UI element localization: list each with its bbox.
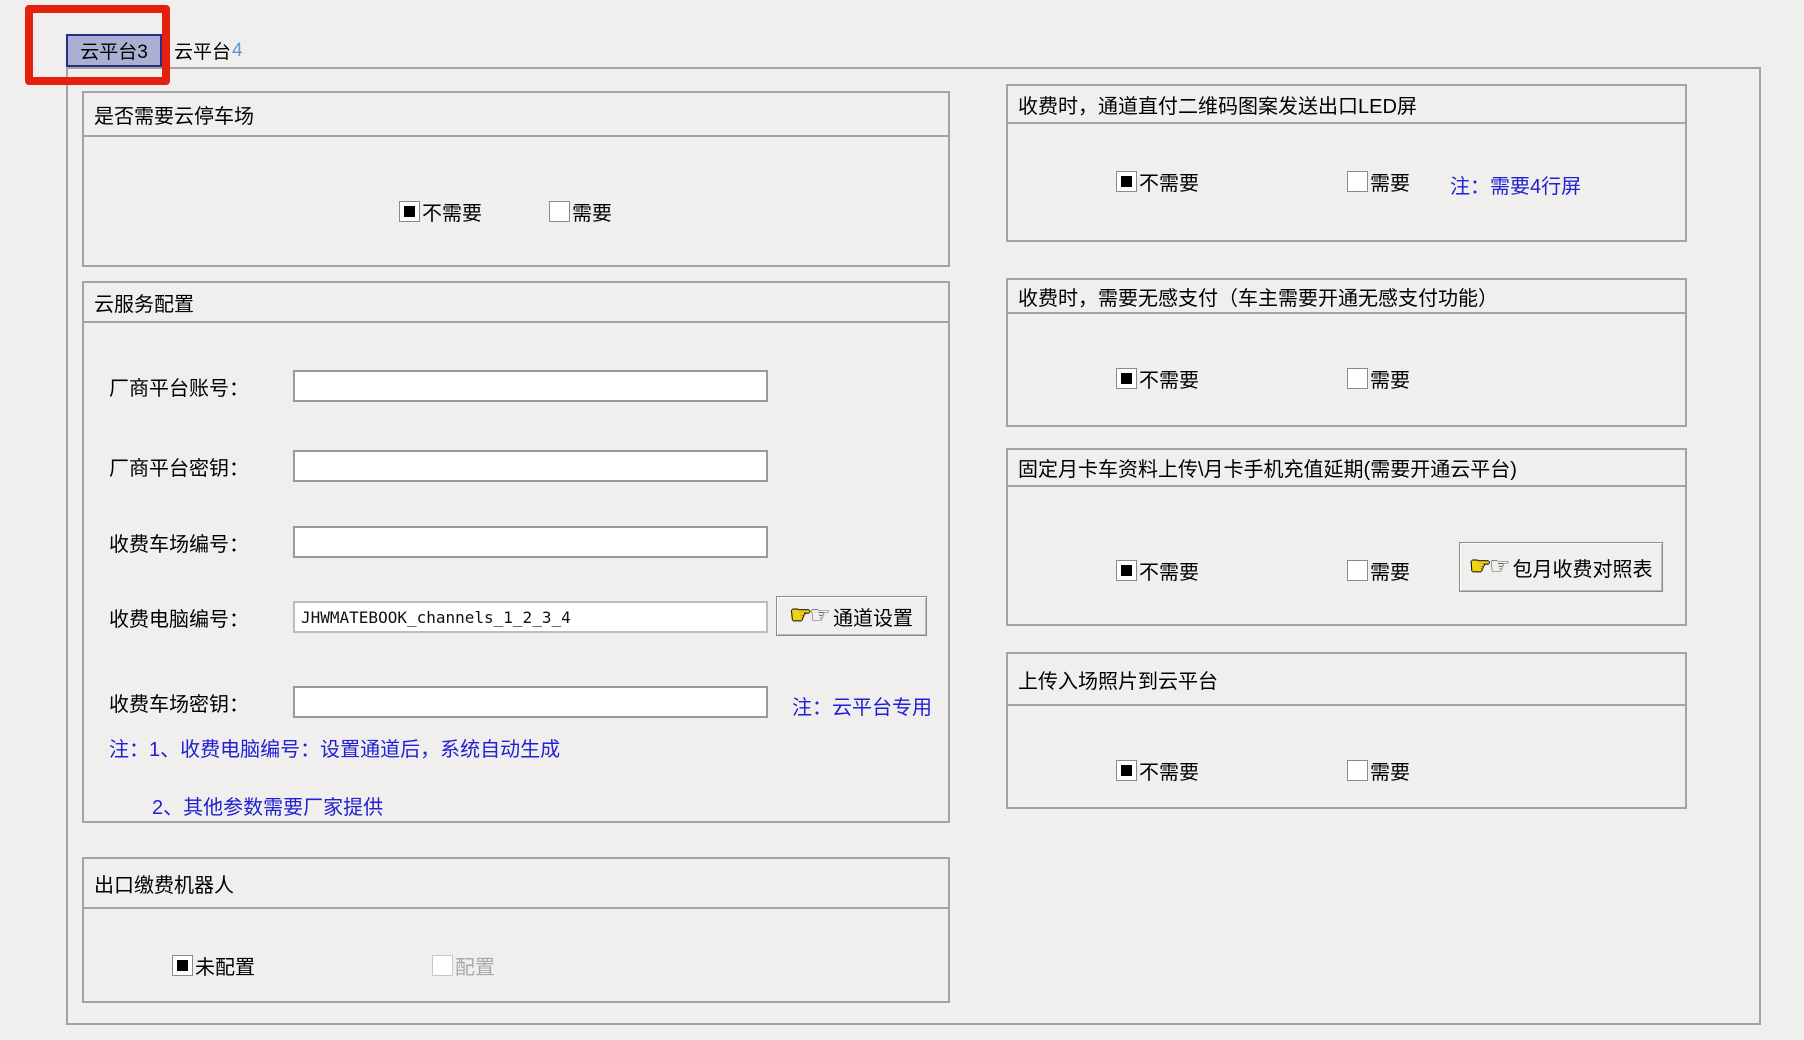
tab-label-number: 4 (232, 40, 243, 62)
button-label: 包月收费对照表 (1513, 553, 1653, 582)
monthly-fee-table-button[interactable]: ☛ ☞ 包月收费对照表 (1459, 542, 1663, 592)
option-cloud-parking-not-needed[interactable]: 不需要 (399, 197, 482, 226)
option-label: 不需要 (1139, 556, 1199, 585)
field-vendor-account: 厂商平台账号： (109, 370, 768, 402)
option-label: 需要 (572, 197, 612, 226)
tab-label: 云平台 (174, 37, 231, 64)
checkbox-checked-icon (399, 201, 420, 222)
group-exit-payment-robot: 出口缴费机器人 未配置 配置 (82, 857, 950, 1003)
vendor-provide-note: 2、其他参数需要厂家提供 (152, 791, 383, 820)
group-title: 收费时，通道直付二维码图案发送出口LED屏 (1008, 86, 1685, 124)
field-vendor-key: 厂商平台密钥： (109, 450, 768, 482)
field-label: 收费车场编号： (109, 528, 293, 557)
parking-lot-key-input[interactable] (293, 686, 768, 718)
group-title: 云服务配置 (84, 283, 948, 323)
option-cloud-parking-needed[interactable]: 需要 (549, 197, 612, 226)
channel-settings-button[interactable]: ☛ ☞ 通道设置 (776, 596, 927, 636)
group-upload-entry-photo: 上传入场照片到云平台 不需要 需要 (1006, 652, 1687, 809)
option-label: 不需要 (422, 197, 482, 226)
option-label: 不需要 (1139, 756, 1199, 785)
cloud-platform-only-note: 注：云平台专用 (792, 691, 932, 720)
toll-computer-number-input[interactable] (293, 601, 768, 633)
checkbox-unchecked-icon (549, 201, 570, 222)
checkbox-unchecked-icon (1347, 760, 1368, 781)
checkbox-checked-icon (1116, 760, 1137, 781)
checkbox-checked-icon (1116, 560, 1137, 581)
option-monthly-upload-not-needed[interactable]: 不需要 (1116, 556, 1199, 585)
field-label: 厂商平台账号： (109, 372, 293, 401)
field-parking-lot-number: 收费车场编号： (109, 526, 768, 558)
parking-lot-number-input[interactable] (293, 526, 768, 558)
option-contactless-not-needed[interactable]: 不需要 (1116, 364, 1199, 393)
four-line-screen-note: 注：需要4行屏 (1450, 170, 1581, 199)
vendor-account-input[interactable] (293, 370, 768, 402)
pointing-hand-outline-icon: ☞ (810, 604, 832, 628)
option-qr-led-not-needed[interactable]: 不需要 (1116, 167, 1199, 196)
auto-generate-note: 注：1、收费电脑编号：设置通道后，系统自动生成 (109, 733, 560, 762)
group-title: 收费时，需要无感支付（车主需要开通无感支付功能） (1008, 280, 1685, 314)
option-label: 不需要 (1139, 364, 1199, 393)
field-toll-computer-number: 收费电脑编号： (109, 601, 768, 633)
checkbox-checked-icon (1116, 368, 1137, 389)
group-title: 是否需要云停车场 (84, 93, 948, 137)
vendor-key-input[interactable] (293, 450, 768, 482)
checkbox-checked-icon (1116, 171, 1137, 192)
group-title: 上传入场照片到云平台 (1008, 654, 1685, 706)
option-label: 需要 (1370, 364, 1410, 393)
field-label: 收费电脑编号： (109, 603, 293, 632)
tab-cloud-platform-3[interactable]: 云平台3 (66, 34, 162, 67)
option-monthly-upload-needed[interactable]: 需要 (1347, 556, 1410, 585)
field-parking-lot-key: 收费车场密钥： (109, 686, 768, 718)
button-label: 通道设置 (833, 602, 913, 631)
group-cloud-parking: 是否需要云停车场 不需要 需要 (82, 91, 950, 267)
group-title: 出口缴费机器人 (84, 859, 948, 909)
group-cloud-service-config: 云服务配置 厂商平台账号： 厂商平台密钥： 收费车场编号： 收费电脑编号： ☛ … (82, 281, 950, 823)
option-robot-not-configured[interactable]: 未配置 (172, 951, 255, 980)
option-robot-configured: 配置 (432, 951, 495, 980)
option-upload-photo-needed[interactable]: 需要 (1347, 756, 1410, 785)
group-monthly-card-upload: 固定月卡车资料上传\月卡手机充值延期(需要开通云平台) 不需要 需要 ☛ ☞ 包… (1006, 448, 1687, 626)
checkbox-unchecked-icon (1347, 560, 1368, 581)
field-label: 厂商平台密钥： (109, 452, 293, 481)
pointing-hand-solid-icon: ☛ (790, 604, 812, 628)
option-qr-led-needed[interactable]: 需要 (1347, 167, 1410, 196)
checkbox-checked-icon (172, 955, 193, 976)
pointing-hand-outline-icon: ☞ (1489, 555, 1511, 579)
pointing-hand-solid-icon: ☛ (1469, 555, 1491, 579)
option-contactless-needed[interactable]: 需要 (1347, 364, 1410, 393)
option-upload-photo-not-needed[interactable]: 不需要 (1116, 756, 1199, 785)
group-title: 固定月卡车资料上传\月卡手机充值延期(需要开通云平台) (1008, 450, 1685, 487)
field-label: 收费车场密钥： (109, 688, 293, 717)
cloud-platform-settings-screen: 云平台3 云平台4 是否需要云停车场 不需要 需要 云服务配置 厂商平台账号： … (0, 0, 1804, 1040)
option-label: 需要 (1370, 756, 1410, 785)
option-label: 需要 (1370, 556, 1410, 585)
option-label: 配置 (455, 951, 495, 980)
checkbox-disabled-icon (432, 955, 453, 976)
tab-label: 云平台3 (80, 37, 148, 64)
option-label: 需要 (1370, 167, 1410, 196)
checkbox-unchecked-icon (1347, 171, 1368, 192)
group-contactless-payment: 收费时，需要无感支付（车主需要开通无感支付功能） 不需要 需要 (1006, 278, 1687, 427)
checkbox-unchecked-icon (1347, 368, 1368, 389)
group-qr-to-led-screen: 收费时，通道直付二维码图案发送出口LED屏 不需要 需要 注：需要4行屏 (1006, 84, 1687, 242)
option-label: 未配置 (195, 951, 255, 980)
option-label: 不需要 (1139, 167, 1199, 196)
tab-cloud-platform-4[interactable]: 云平台4 (168, 34, 266, 67)
